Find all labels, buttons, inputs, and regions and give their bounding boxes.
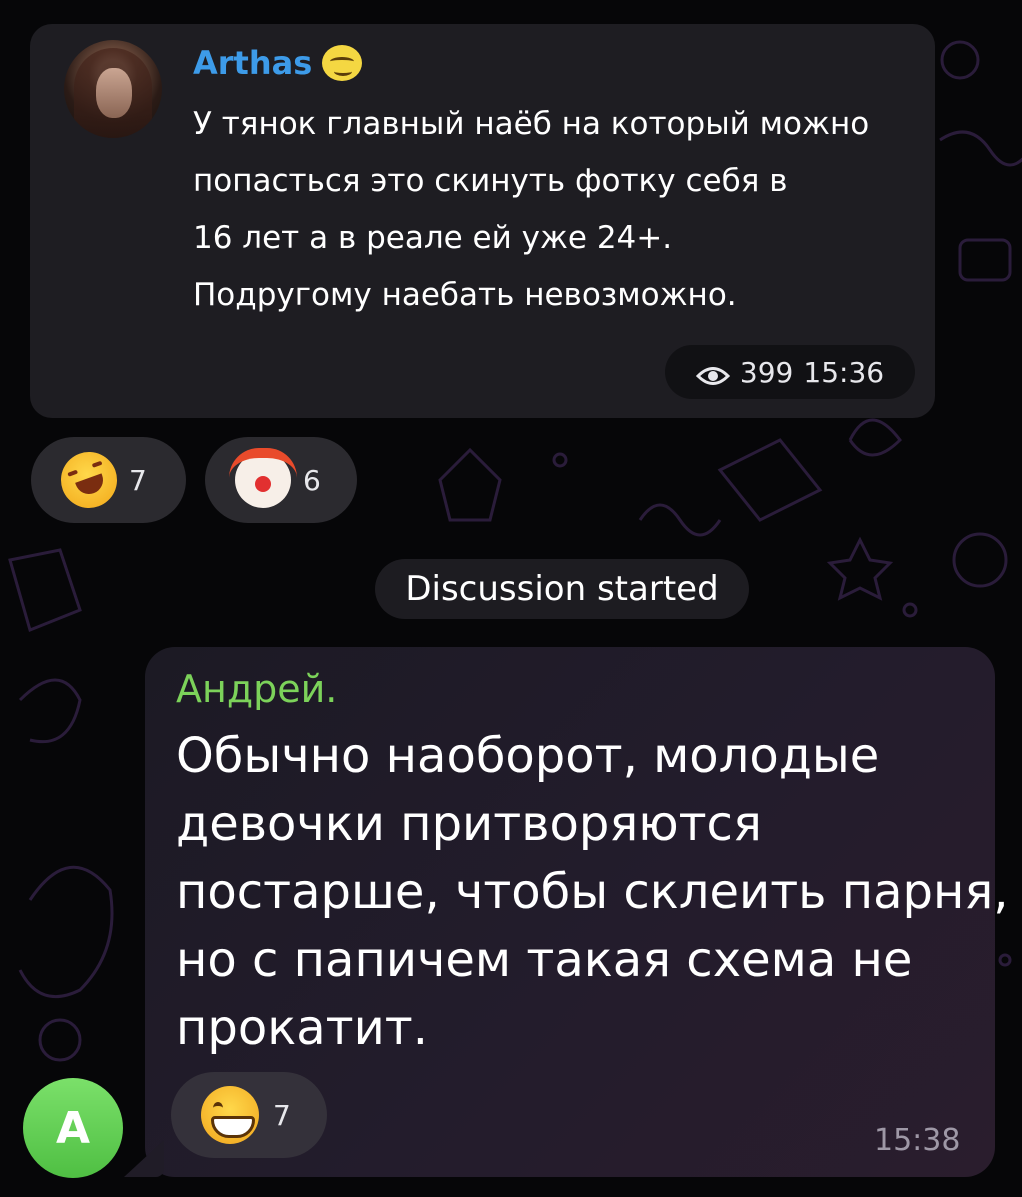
reaction-count: 6 [303,463,321,497]
comment-text-line: Обычно наоборот, молодые [176,728,880,784]
post-text-line: попасться это скинуть фотку себя в [193,163,788,199]
eye-icon [695,361,731,385]
comment-author-name[interactable]: Андрей. [176,667,337,711]
comment-text-line: постарше, чтобы склеить парня, [176,864,1009,920]
comment-text-line: девочки притворяются [176,796,762,852]
comment-text: Обычно наоборот, молодые девочки притвор… [176,722,1009,1062]
post-text: У тянок главный наёб на который можно по… [193,96,913,324]
discussion-started-label: Discussion started [375,559,749,619]
grin-emoji-icon [201,1086,259,1144]
views-count: 399 [739,355,794,389]
post-author-avatar[interactable] [64,40,162,138]
post-views-time: 399 15:36 [665,345,915,399]
post-author-label: Arthas [193,44,313,82]
clown-emoji-icon [229,448,297,508]
post-author-name[interactable]: Arthas [193,44,363,82]
reaction-count: 7 [273,1098,291,1132]
reaction-grin-button[interactable]: 7 [171,1072,327,1158]
post-time: 15:36 [803,355,885,389]
post-text-line: У тянок главный наёб на который можно [193,106,870,142]
reaction-clown-button[interactable]: 6 [205,437,357,523]
post-text-line: 16 лет а в реале ей уже 24+. [193,220,673,256]
comment-text-line: но с папичем такая схема не [176,932,913,988]
commenter-avatar[interactable]: A [23,1078,123,1178]
smug-emoji-icon [322,45,363,81]
reaction-count: 7 [129,463,147,497]
reaction-rofl-button[interactable]: 7 [31,437,186,523]
post-text-line: Подругому наебать невозможно. [193,277,737,313]
comment-time: 15:38 [874,1123,961,1158]
rofl-emoji-icon [53,444,125,516]
comment-text-line: прокатит. [176,1000,428,1056]
